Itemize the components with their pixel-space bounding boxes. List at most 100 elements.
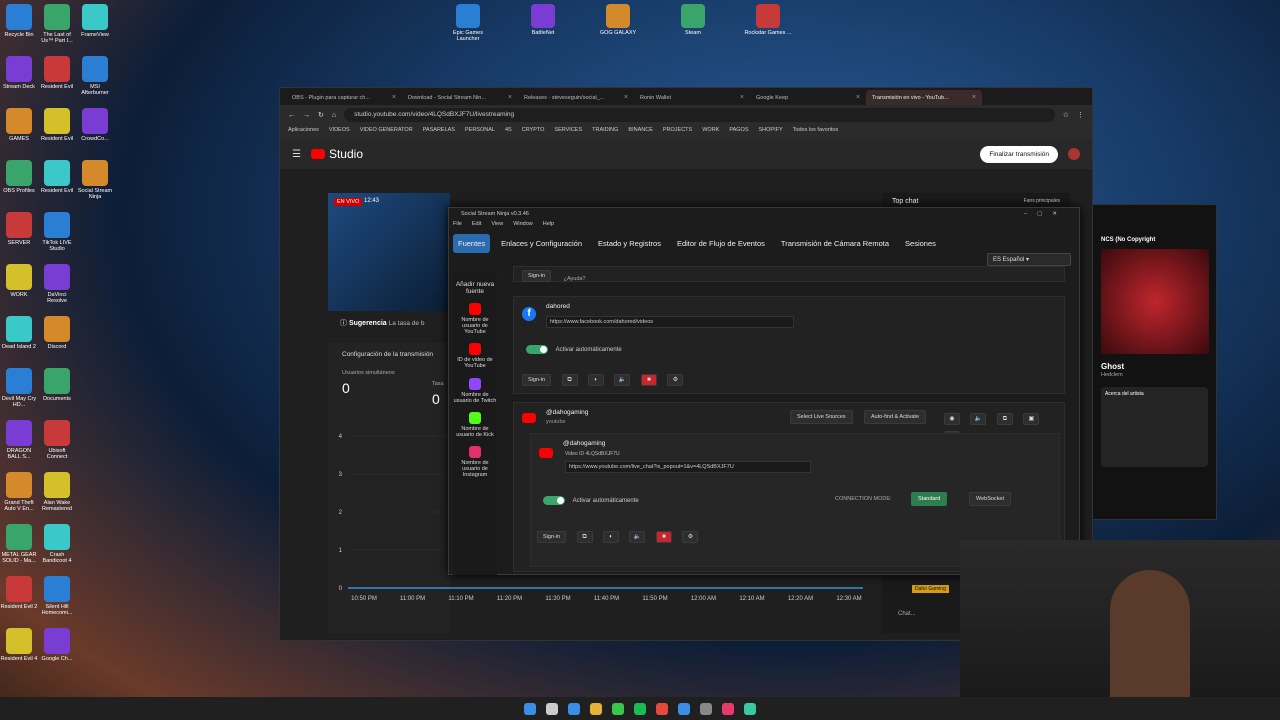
bookmark-item[interactable]: PERSONAL — [465, 127, 495, 137]
desktop-icon[interactable]: SERVER — [0, 212, 38, 246]
youtube-signin-button[interactable]: Sign-in — [537, 530, 567, 543]
taskbar-app-icon[interactable] — [546, 702, 558, 715]
taskbar-app-icon[interactable] — [568, 702, 580, 715]
menu-dots-icon[interactable]: ⋮ — [1077, 111, 1084, 119]
taskbar-app-icon[interactable] — [656, 702, 668, 715]
browser-tab[interactable]: Releases · steveseguin/social_... × — [518, 90, 634, 105]
desktop-icon[interactable]: GOG GALAXY — [594, 4, 642, 36]
desktop-icon[interactable]: Alan Wake Remastered — [38, 472, 76, 512]
facebook-signin-button[interactable]: Sign-in — [522, 373, 552, 386]
volume-icon[interactable]: 🔈 — [629, 530, 646, 543]
url-input[interactable]: studio.youtube.com/video/4LQSdBXJF7U/liv… — [344, 108, 1055, 122]
source-type-item[interactable]: ID de video de YouTube — [453, 343, 497, 369]
track-artist[interactable]: Hedclem — [1093, 371, 1216, 379]
desktop-icon[interactable]: Resident Evil 4 — [0, 628, 38, 662]
desktop-icon[interactable]: Google Ch... — [38, 628, 76, 662]
ssn-menu-item[interactable]: File — [453, 221, 462, 229]
taskbar-app-icon[interactable] — [612, 702, 624, 715]
bookmark-item[interactable]: PAGOS — [729, 127, 748, 137]
ssn-menu-item[interactable]: View — [491, 221, 503, 229]
taskbar-app-icon[interactable] — [634, 702, 646, 715]
ssn-tab[interactable]: Editor de Flujo de Eventos — [672, 234, 770, 253]
desktop-icon[interactable]: Resident Evil — [38, 56, 76, 90]
popout-icon[interactable]: ⧉ — [576, 530, 593, 543]
stop-icon[interactable]: ■ — [640, 373, 657, 386]
desktop-icon[interactable]: Rockstar Games ... — [744, 4, 792, 36]
ssn-tab[interactable]: Fuentes — [453, 233, 491, 253]
taskbar-app-icon[interactable] — [744, 702, 756, 715]
ssn-tab[interactable]: Estado y Registros — [593, 234, 666, 253]
ssn-tab[interactable]: Enlaces y Configuración — [496, 234, 587, 253]
taskbar-app-icon[interactable] — [678, 702, 690, 715]
bookmark-item[interactable]: BINANCE — [628, 127, 652, 137]
bookmark-item[interactable]: PASARELAS — [423, 127, 455, 137]
auto-find-button[interactable]: Auto-find & Activate — [864, 410, 926, 424]
volume-icon[interactable]: 🔈 — [970, 412, 987, 425]
desktop-icon[interactable]: The Last of Us™ Part I... — [38, 4, 76, 44]
window-controls[interactable]: –▢✕ — [1024, 211, 1067, 217]
volume-icon[interactable]: 🔈 — [614, 373, 631, 386]
close-icon[interactable]: × — [624, 94, 628, 101]
taskbar-app-icon[interactable] — [524, 702, 536, 715]
desktop-icon[interactable]: MSI Afterburner — [76, 56, 114, 96]
settings-icon[interactable]: ⚙ — [667, 373, 684, 386]
facebook-auto-toggle[interactable] — [526, 345, 548, 354]
bookmark-item[interactable]: Todos los favoritos — [793, 127, 839, 137]
star-icon[interactable]: ☆ — [1063, 111, 1069, 119]
browser-tab[interactable]: Transmisión en vivo - YouTub... × — [866, 90, 982, 105]
bookmark-item[interactable]: WORK — [702, 127, 719, 137]
bookmark-item[interactable]: 4S — [505, 127, 512, 137]
stop-icon[interactable]: ■ — [655, 530, 672, 543]
browser-tab[interactable]: Download - Social Stream Nin... × — [402, 90, 518, 105]
bookmark-item[interactable]: TRAIDING — [592, 127, 618, 137]
desktop-icon[interactable]: TikTok LIVE Studio — [38, 212, 76, 252]
websocket-mode-button[interactable]: WebSocket — [969, 492, 1012, 506]
youtube-auto-toggle[interactable] — [543, 496, 565, 505]
desktop-icon[interactable]: GAMES — [0, 108, 38, 142]
desktop-icon[interactable]: DRAGON BALL S... — [0, 420, 38, 460]
hamburger-icon[interactable]: ☰ — [292, 149, 301, 160]
popout-icon[interactable]: ⧉ — [996, 412, 1013, 425]
desktop-icon[interactable]: Ubisoft Connect — [38, 420, 76, 460]
ssn-tab[interactable]: Sesiones — [900, 234, 941, 253]
signin-button[interactable]: Sign-in — [522, 269, 552, 282]
select-live-sources-button[interactable]: Select Live Sources — [790, 410, 853, 424]
desktop-icon[interactable]: BattleNet — [519, 4, 567, 36]
desktop-icon[interactable]: METAL GEAR SOLID - Ma... — [0, 524, 38, 564]
desktop-icon[interactable]: DaVinci Resolve — [38, 264, 76, 304]
desktop-icon[interactable]: Epic Games Launcher — [444, 4, 492, 42]
eye-icon[interactable]: ◉ — [944, 412, 960, 425]
close-icon[interactable]: × — [856, 94, 860, 101]
desktop-icon[interactable]: Silent Hill Homecomi... — [38, 576, 76, 616]
desktop-icon[interactable]: Steam — [669, 4, 717, 36]
standard-mode-button[interactable]: Standard — [911, 492, 948, 506]
avatar[interactable] — [1068, 148, 1080, 160]
bookmark-item[interactable]: SERVICES — [554, 127, 582, 137]
taskbar-app-icon[interactable] — [590, 702, 602, 715]
browser-tab[interactable]: Ronin Wallet × — [634, 90, 750, 105]
desktop-icon[interactable]: Resident Evil — [38, 108, 76, 142]
forward-icon[interactable]: → — [303, 112, 310, 119]
back-icon[interactable]: ← — [288, 112, 295, 119]
studio-logo[interactable]: Studio — [310, 147, 363, 161]
chat-input[interactable]: Chat... — [898, 611, 916, 617]
browser-tab[interactable]: Google Keep × — [750, 90, 866, 105]
desktop-icon[interactable]: Resident Evil 2 — [0, 576, 38, 610]
desktop-icon[interactable]: Devil May Cry HD... — [0, 368, 38, 408]
reload-icon[interactable]: ↻ — [318, 111, 324, 119]
chat-title[interactable]: Top chat — [892, 198, 918, 205]
close-icon[interactable]: × — [508, 94, 512, 101]
desktop-icon[interactable]: WORK — [0, 264, 38, 298]
source-type-item[interactable]: Nombre de usuario de Kick — [453, 411, 497, 438]
desktop-icon[interactable]: Dead Island 2 — [0, 316, 38, 350]
facebook-url-input[interactable]: https://www.facebook.com/dahored/videos — [546, 316, 794, 328]
popout-icon[interactable]: ⧉ — [561, 373, 578, 386]
end-stream-button[interactable]: Finalizar transmisión — [980, 145, 1058, 163]
add-source[interactable]: Añadir nueva fuente — [453, 281, 497, 295]
bookmark-item[interactable]: Aplicaciones — [288, 127, 319, 137]
source-type-item[interactable]: Nombre de usuario de Instagram — [453, 445, 497, 478]
desktop-icon[interactable]: OBS Profiles — [0, 160, 38, 194]
bookmark-item[interactable]: VIDEOS — [329, 127, 350, 137]
bookmark-item[interactable]: PROJECTS — [663, 127, 692, 137]
desktop-icon[interactable]: CrowdCo... — [76, 108, 114, 142]
